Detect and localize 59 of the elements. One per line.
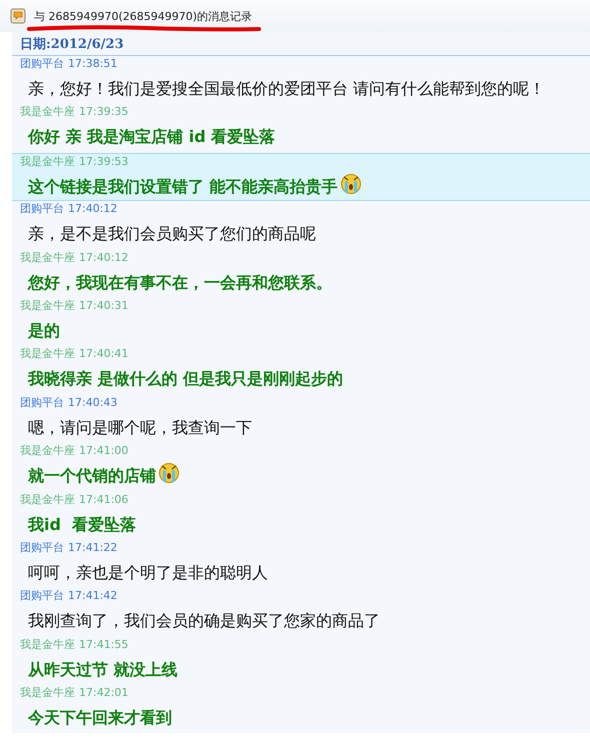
sender-name: 团购平台 xyxy=(20,56,64,72)
sender-name: 我是金牛座 xyxy=(20,104,75,120)
message-time: 17:41:22 xyxy=(68,540,118,556)
message-text: 今天下午回来才看到 xyxy=(28,707,172,730)
message-text: 呵呵，亲也是个明了是非的聪明人 xyxy=(28,562,268,584)
date-label: 日期:2012/6/23 xyxy=(20,37,124,52)
message-time: 17:41:42 xyxy=(68,588,118,604)
message-row[interactable]: 我是金牛座 17:41:06 我id 看爱坠落 xyxy=(12,492,590,540)
message-time: 17:41:00 xyxy=(79,443,128,460)
message-text: 是的 xyxy=(28,320,60,342)
message-row[interactable]: 我是金牛座 17:39:35 你好 亲 我是淘宝店铺 id 看爱坠落 xyxy=(12,104,590,153)
message-time: 17:39:35 xyxy=(79,104,128,120)
message-text: 亲，您好！我们是爱搜全国最低价的爱团平台 请问有什么能帮到您的呢！ xyxy=(28,78,546,100)
message-time: 17:39:53 xyxy=(79,154,128,170)
sender-name: 团购平台 xyxy=(20,201,64,218)
message-row[interactable]: 团购平台 17:38:51 亲，您好！我们是爱搜全国最低价的爱团平台 请问有什么能帮到您的呢！ xyxy=(12,56,590,104)
message-row[interactable]: 团购平台 17:41:22 呵呵，亲也是个明了是非的聪明人 xyxy=(12,540,590,588)
message-row[interactable]: 团购平台 17:40:12 亲，是不是我们会员购买了您们的商品呢 xyxy=(12,201,590,250)
sender-name: 我是金牛座 xyxy=(20,346,75,362)
message-time: 17:40:41 xyxy=(79,346,128,362)
message-text: 我id 看爱坠落 xyxy=(28,514,136,536)
message-text: 这个链接是我们设置错了 能不能亲高抬贵手 xyxy=(28,176,338,198)
message-row[interactable]: 我是金牛座 17:40:41 我晓得亲 是做什么的 但是我只是刚刚起步的 xyxy=(12,346,590,395)
message-text: 嗯，请问是哪个呢，我查询一下 xyxy=(28,416,252,439)
sender-name: 我是金牛座 xyxy=(20,636,75,653)
message-time: 17:40:31 xyxy=(79,298,128,314)
message-time: 17:40:12 xyxy=(68,201,118,218)
message-text: 我刚查询了，我们会员的确是购买了您家的商品了 xyxy=(28,610,380,632)
message-row[interactable]: 我是金牛座 17:40:31 是的 xyxy=(12,298,590,346)
message-text: 你好 亲 我是淘宝店铺 id 看爱坠落 xyxy=(28,126,276,148)
sender-name: 我是金牛座 xyxy=(20,685,75,702)
message-text: 亲，是不是我们会员购买了您们的商品呢 xyxy=(28,223,316,246)
message-row[interactable]: 我是金牛座 17:40:12 您好，我现在有事不在，一会再和您联系。 xyxy=(12,250,590,298)
message-text: 您好，我现在有事不在，一会再和您联系。 xyxy=(28,272,332,294)
message-row[interactable]: 我是金牛座 17:39:53 这个链接是我们设置错了 能不能亲高抬贵手 xyxy=(12,152,590,202)
message-text: 我晓得亲 是做什么的 但是我只是刚刚起步的 xyxy=(28,368,344,390)
window-title: 与 2685949970(2685949970)的消息记录 xyxy=(34,8,252,24)
message-text: 从昨天过节 就没上线 xyxy=(28,658,178,681)
sender-name: 团购平台 xyxy=(20,540,64,556)
message-row[interactable]: 我是金牛座 17:41:00 就一个代销的店铺 xyxy=(12,443,590,492)
sender-name: 我是金牛座 xyxy=(20,492,75,508)
message-row[interactable]: 团购平台 17:40:43 嗯，请问是哪个呢，我查询一下 xyxy=(12,394,590,444)
chat-icon xyxy=(10,8,26,24)
message-time: 17:38:51 xyxy=(68,56,118,72)
sender-name: 团购平台 xyxy=(20,394,64,411)
sender-name: 我是金牛座 xyxy=(20,250,75,266)
sender-name: 我是金牛座 xyxy=(20,443,75,460)
sender-name: 团购平台 xyxy=(20,588,64,604)
message-time: 17:41:55 xyxy=(79,636,128,653)
message-time: 17:40:12 xyxy=(79,250,128,266)
message-row[interactable]: 我是金牛座 17:42:01 今天下午回来才看到 xyxy=(12,685,590,734)
sender-name: 我是金牛座 xyxy=(20,154,75,170)
sender-name: 我是金牛座 xyxy=(20,298,75,314)
message-time: 17:42:01 xyxy=(79,685,128,702)
message-row[interactable]: 团购平台 17:41:42 我刚查询了，我们会员的确是购买了您家的商品了 xyxy=(12,588,590,637)
message-row[interactable]: 我是金牛座 17:41:55 从昨天过节 就没上线 xyxy=(12,636,590,686)
message-time: 17:40:43 xyxy=(68,394,118,411)
message-time: 17:41:06 xyxy=(79,492,128,508)
message-text: 就一个代销的店铺 xyxy=(28,465,156,488)
